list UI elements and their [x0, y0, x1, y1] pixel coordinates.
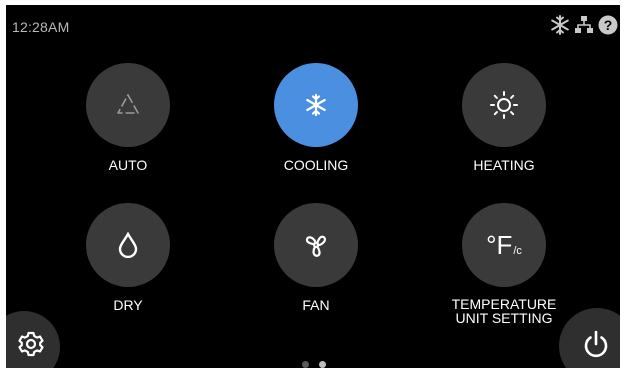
mode-temperature-unit[interactable]: °F /c TEMPERATURE UNIT SETTING — [439, 203, 569, 325]
mode-heating[interactable]: HEATING — [439, 63, 569, 172]
mode-fan-button[interactable] — [274, 203, 358, 287]
snowflake-icon — [550, 15, 570, 35]
mode-heating-button[interactable] — [462, 63, 546, 147]
auto-icon — [117, 94, 139, 114]
mode-cooling[interactable]: COOLING — [251, 63, 381, 172]
mode-temperature-unit-label: TEMPERATURE UNIT SETTING — [451, 296, 557, 326]
mode-auto-label: AUTO — [108, 157, 148, 173]
mode-cooling-button[interactable] — [274, 63, 358, 147]
fahrenheit-glyph: °F — [486, 230, 513, 260]
mode-dry-button[interactable] — [86, 203, 170, 287]
mode-dry[interactable]: DRY — [63, 203, 193, 312]
mode-cooling-label: COOLING — [283, 157, 349, 173]
temperature-unit-icon: °F /c — [486, 232, 522, 258]
page-indicator — [302, 361, 326, 368]
page-dot-2[interactable] — [319, 361, 326, 368]
mode-fan-label: FAN — [302, 297, 330, 313]
gear-icon — [18, 331, 44, 362]
celsius-glyph: /c — [513, 245, 522, 257]
snowflake-icon — [306, 93, 326, 117]
network-icon — [574, 15, 594, 35]
thermostat-screen: 12:28AM ? AUTO COOLING HEATING DRY FAN °… — [6, 5, 620, 368]
droplet-icon — [118, 232, 138, 258]
page-dot-1[interactable] — [302, 361, 309, 368]
temperature-unit-button[interactable]: °F /c — [462, 203, 546, 287]
mode-heating-label: HEATING — [473, 157, 535, 173]
help-icon[interactable]: ? — [598, 15, 618, 35]
mode-auto-button[interactable] — [86, 63, 170, 147]
svg-text:?: ? — [604, 17, 613, 33]
fan-icon — [305, 235, 327, 257]
status-bar-icons: ? — [550, 15, 618, 35]
mode-auto[interactable]: AUTO — [63, 63, 193, 172]
sun-icon — [490, 91, 518, 119]
mode-dry-label: DRY — [113, 297, 143, 313]
clock: 12:28AM — [12, 19, 70, 35]
settings-button[interactable] — [6, 311, 60, 368]
mode-fan[interactable]: FAN — [251, 203, 381, 312]
power-icon — [583, 330, 609, 363]
